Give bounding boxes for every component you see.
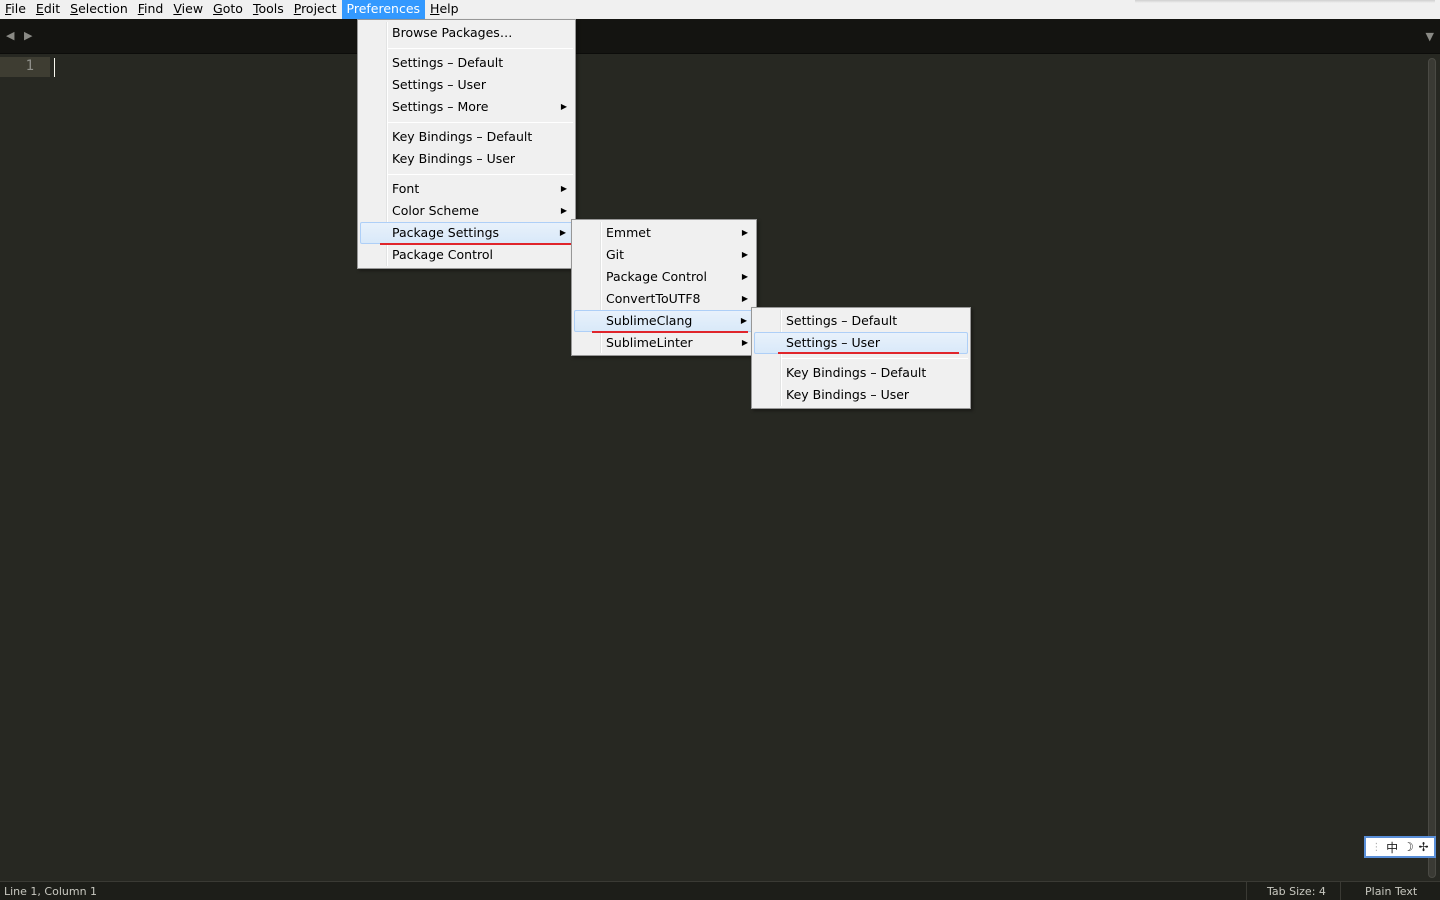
menu-item-package-settings[interactable]: Package Settings ▶: [360, 222, 573, 244]
menu-separator: [388, 174, 573, 175]
menu-goto[interactable]: Goto: [208, 0, 248, 19]
submenu-arrow-icon: ▶: [741, 228, 748, 237]
submenu-arrow-icon: ▶: [741, 272, 748, 281]
line-number: 1: [25, 58, 34, 74]
menu-separator: [782, 358, 968, 359]
submenu-arrow-icon: ▶: [560, 102, 567, 111]
menu-item-settings-user[interactable]: Settings – User: [360, 74, 573, 96]
editor-scrollbar[interactable]: [1428, 58, 1436, 878]
submenu-arrow-icon: ▶: [560, 184, 567, 193]
menu-item-clang-key-bindings-default[interactable]: Key Bindings – Default: [754, 362, 968, 384]
ime-moon-icon[interactable]: ☽: [1403, 840, 1414, 854]
menu-item-package-control-settings[interactable]: Package Control ▶: [574, 266, 754, 288]
menu-item-key-bindings-user[interactable]: Key Bindings – User: [360, 148, 573, 170]
menu-item-settings-more[interactable]: Settings – More ▶: [360, 96, 573, 118]
menu-item-font[interactable]: Font ▶: [360, 178, 573, 200]
text-cursor: [54, 58, 55, 77]
ime-punctuation-icon[interactable]: ✢: [1419, 840, 1429, 854]
menu-item-clang-settings-default[interactable]: Settings – Default: [754, 310, 968, 332]
menu-separator: [388, 48, 573, 49]
menu-item-git[interactable]: Git ▶: [574, 244, 754, 266]
cursor-position: Line 1, Column 1: [4, 885, 98, 898]
menu-item-clang-settings-user[interactable]: Settings – User: [754, 332, 968, 354]
ime-mode-icon[interactable]: 中: [1386, 839, 1398, 856]
tab-bar: ◀ ▶ ▼: [0, 19, 1440, 54]
menu-view[interactable]: View: [168, 0, 208, 19]
menu-item-settings-default[interactable]: Settings – Default: [360, 52, 573, 74]
menu-selection[interactable]: Selection: [65, 0, 133, 19]
menu-item-color-scheme[interactable]: Color Scheme ▶: [360, 200, 573, 222]
sublime-clang-submenu: Settings – Default Settings – User Key B…: [751, 307, 971, 409]
menu-item-emmet[interactable]: Emmet ▶: [574, 222, 754, 244]
menu-item-key-bindings-default[interactable]: Key Bindings – Default: [360, 126, 573, 148]
menu-separator: [388, 122, 573, 123]
submenu-arrow-icon: ▶: [559, 228, 566, 237]
submenu-arrow-icon: ▶: [740, 316, 747, 325]
menu-tools[interactable]: Tools: [248, 0, 289, 19]
menu-help[interactable]: Help: [425, 0, 464, 19]
menu-item-browse-packages[interactable]: Browse Packages…: [360, 22, 573, 44]
submenu-arrow-icon: ▶: [560, 206, 567, 215]
menu-item-clang-key-bindings-user[interactable]: Key Bindings – User: [754, 384, 968, 406]
submenu-arrow-icon: ▶: [741, 250, 748, 259]
status-bar: Line 1, Column 1 Tab Size: 4 Plain Text: [0, 881, 1440, 900]
menu-find[interactable]: Find: [133, 0, 169, 19]
menu-preferences[interactable]: Preferences: [341, 0, 426, 19]
menu-bar: File Edit Selection Find View Goto Tools…: [0, 0, 1440, 19]
ime-toolbar[interactable]: ⋮ 中 ☽ ✢: [1364, 836, 1436, 858]
syntax-selector[interactable]: Plain Text: [1340, 882, 1440, 900]
menu-item-package-control[interactable]: Package Control: [360, 244, 573, 266]
ime-grip-icon[interactable]: ⋮: [1371, 842, 1381, 853]
menu-file[interactable]: File: [0, 0, 31, 19]
tab-dropdown-icon[interactable]: ▼: [1426, 30, 1434, 43]
tab-size-selector[interactable]: Tab Size: 4: [1246, 882, 1338, 900]
submenu-arrow-icon: ▶: [741, 294, 748, 303]
menu-project[interactable]: Project: [289, 0, 342, 19]
package-settings-submenu: Emmet ▶ Git ▶ Package Control ▶ ConvertToUT…: [571, 219, 757, 356]
window-shadow: [1135, 0, 1435, 3]
submenu-arrow-icon: ▶: [741, 338, 748, 347]
menu-item-sublime-linter[interactable]: SublimeLinter ▶: [574, 332, 754, 354]
tab-nav-arrows-icon[interactable]: ◀ ▶: [6, 29, 35, 42]
menu-item-convert-to-utf8[interactable]: ConvertToUTF8 ▶: [574, 288, 754, 310]
preferences-menu: Browse Packages… Settings – Default Sett…: [357, 19, 576, 269]
menu-edit[interactable]: Edit: [31, 0, 65, 19]
annotation-underline: [778, 352, 959, 354]
menu-item-sublime-clang[interactable]: SublimeClang ▶: [574, 310, 754, 332]
